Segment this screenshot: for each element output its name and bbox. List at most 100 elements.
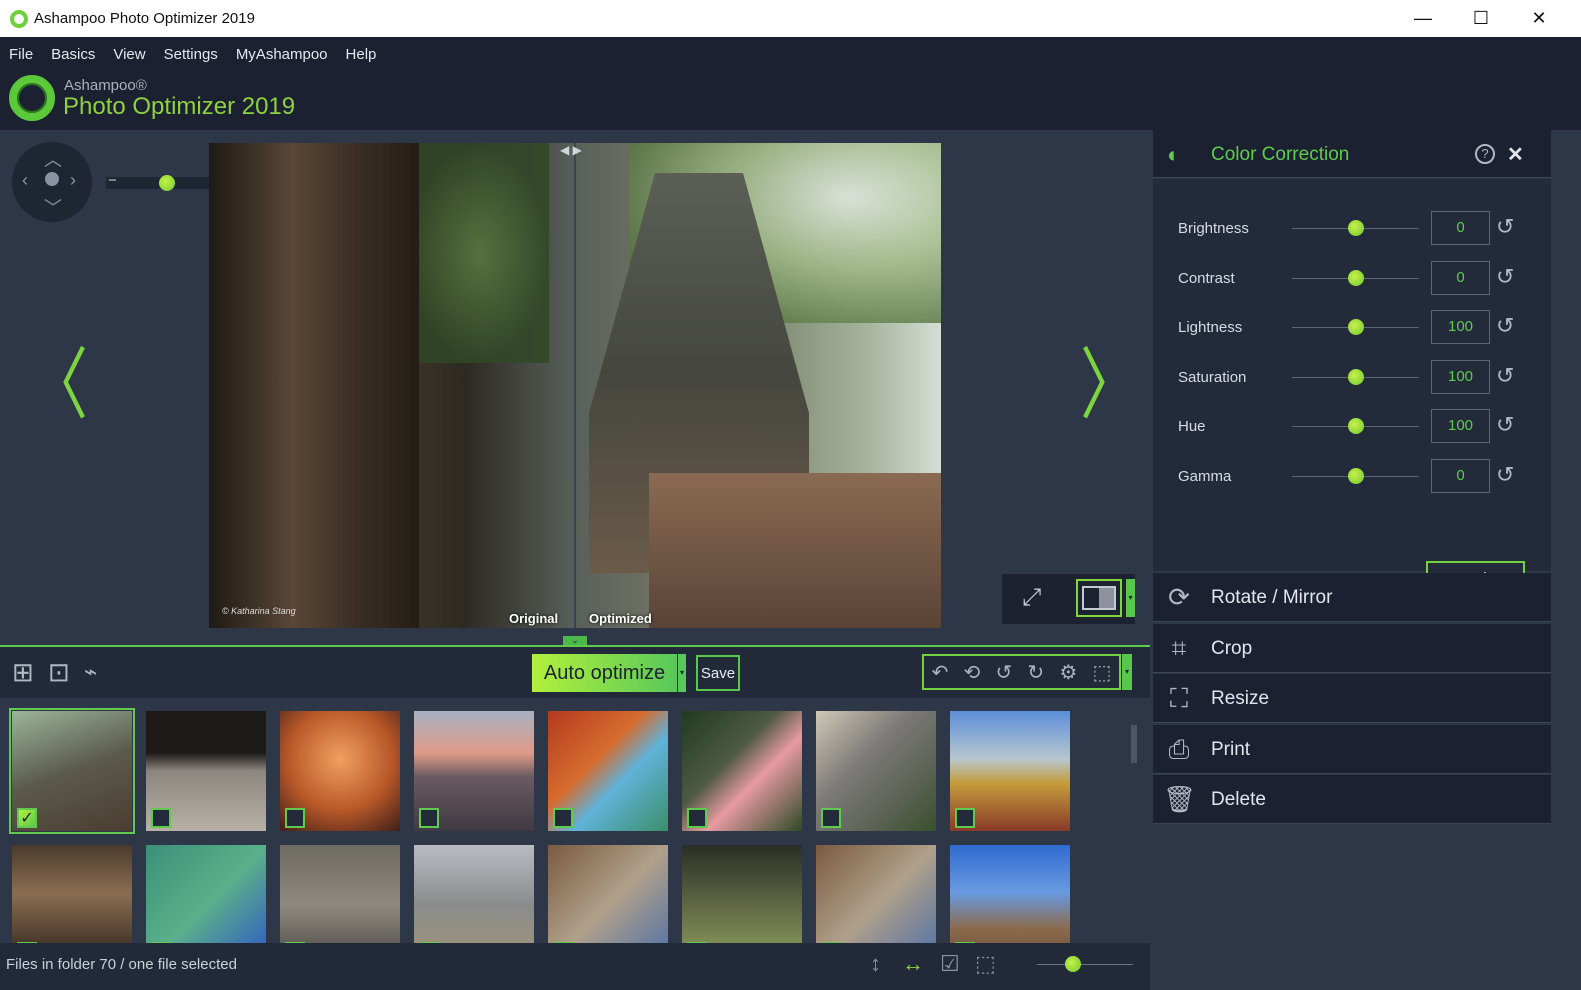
gallery-scrollbar[interactable] <box>1131 710 1137 930</box>
thumbnail-checkbox[interactable] <box>821 808 841 828</box>
reset-icon[interactable]: ↺ <box>1496 313 1514 339</box>
contrast-slider[interactable] <box>1292 269 1419 286</box>
next-image-arrow[interactable]: 〉 <box>1080 322 1140 435</box>
brightness-value-field[interactable]: 0 <box>1431 211 1490 245</box>
zoom-out-icon[interactable]: − <box>108 172 117 189</box>
rotate-right-90-icon[interactable]: ↻ <box>1027 660 1044 685</box>
thumbnail-sunset-beach[interactable] <box>414 711 534 831</box>
fullscreen-expand-icon[interactable]: ⤢ <box>1022 584 1041 612</box>
thumbnail-checkbox[interactable] <box>553 808 573 828</box>
thumbnail-bird-in-tree-2[interactable] <box>816 845 936 943</box>
rotate-left-90-icon[interactable]: ↺ <box>995 660 1012 685</box>
add-file-icon[interactable]: ⊞ <box>12 657 34 688</box>
thumbnail-spoonbill[interactable] <box>682 711 802 831</box>
slider-knob[interactable] <box>1347 418 1364 435</box>
slider-knob[interactable] <box>1347 269 1364 286</box>
split-view-button[interactable] <box>1076 579 1122 617</box>
pan-down-icon[interactable]: ﹀ <box>44 194 62 220</box>
help-icon[interactable]: ? <box>1475 144 1495 164</box>
reset-icon[interactable]: ↺ <box>1496 462 1514 488</box>
thumbnail-tropical-leaves[interactable] <box>548 711 668 831</box>
gamma-slider[interactable] <box>1292 468 1419 484</box>
pan-up-icon[interactable]: ︿ <box>44 146 62 172</box>
menu-help[interactable]: Help <box>346 46 377 63</box>
contrast-value-field[interactable]: 0 <box>1431 260 1490 295</box>
thumbnail-size-slider[interactable] <box>1037 956 1133 972</box>
gamma-value-field[interactable]: 0 <box>1431 459 1490 493</box>
thumbnail-checkbox[interactable] <box>687 808 707 828</box>
compare-split-handle[interactable] <box>574 143 576 628</box>
close-panel-icon[interactable]: ✕ <box>1507 142 1524 167</box>
brightness-slider[interactable] <box>1292 220 1419 236</box>
select-all-icon[interactable]: ☑ <box>940 951 960 977</box>
thumbnail-canyon[interactable] <box>280 711 400 831</box>
slider-knob[interactable] <box>1347 368 1364 385</box>
thumbnail-checkbox[interactable] <box>419 808 439 828</box>
edit-tools-dropdown[interactable]: ▾ <box>1122 654 1132 690</box>
thumbnail-golden-stupa[interactable] <box>950 711 1070 831</box>
zoom-slider-knob[interactable] <box>158 175 175 191</box>
tool-crop[interactable]: ⌗ Crop <box>1153 623 1551 673</box>
thumbnail-hoopoe[interactable] <box>682 845 802 943</box>
lightness-slider[interactable] <box>1292 319 1419 336</box>
split-arrows-icon[interactable]: ◀ ▶ <box>560 143 582 157</box>
auto-optimize-dropdown[interactable]: ▾ <box>677 654 686 692</box>
gallery-scrollbar-thumb[interactable] <box>1131 725 1137 763</box>
color-correction-header[interactable]: ◐ Color Correction ? ✕ <box>1153 130 1551 178</box>
close-window-button[interactable]: ✕ <box>1510 0 1568 37</box>
maximize-button[interactable]: ☐ <box>1452 0 1510 37</box>
menu-view[interactable]: View <box>113 46 145 63</box>
select-area-icon[interactable]: ⬚ <box>1092 660 1111 685</box>
hue-value-field[interactable]: 100 <box>1431 409 1490 444</box>
lightness-value-field[interactable]: 100 <box>1431 310 1490 345</box>
thumbnail-checkbox[interactable]: ✓ <box>17 808 37 828</box>
thumbnail-checkbox[interactable] <box>285 808 305 828</box>
hue-slider[interactable] <box>1292 418 1419 435</box>
reset-icon[interactable]: ↺ <box>1496 214 1514 240</box>
reset-icon[interactable]: ↺ <box>1496 363 1514 389</box>
thumbnail-peacock[interactable] <box>146 845 266 943</box>
thumbnail-temple[interactable]: ✓ <box>9 708 135 834</box>
vertical-layout-icon[interactable]: ↕ <box>870 951 881 977</box>
tool-rotate-mirror[interactable]: ⟳ Rotate / Mirror <box>1153 573 1551 622</box>
pan-center-icon[interactable] <box>45 172 59 186</box>
tool-resize[interactable]: ⛶ Resize <box>1153 674 1551 723</box>
split-view-dropdown[interactable]: ▾ <box>1126 579 1135 617</box>
auto-optimize-button[interactable]: Auto optimize <box>532 654 677 692</box>
thumbnail-coast-rock[interactable] <box>414 845 534 943</box>
pan-navigation-pad[interactable]: ︿ ﹀ ‹ › <box>12 142 92 222</box>
menu-file[interactable]: File <box>9 46 33 63</box>
save-button[interactable]: Save <box>696 655 740 691</box>
thumbnail-church[interactable] <box>950 845 1070 943</box>
saturation-value-field[interactable]: 100 <box>1431 359 1490 394</box>
reset-icon[interactable]: ↺ <box>1496 264 1514 290</box>
thumbnail-barrels[interactable] <box>12 845 132 943</box>
tool-delete[interactable]: 🗑 Delete <box>1153 775 1551 824</box>
thumbnail-cat[interactable] <box>146 711 266 831</box>
thumbnail-size-knob[interactable] <box>1064 956 1081 972</box>
horizontal-layout-icon[interactable]: ↔ <box>902 951 924 977</box>
menu-settings[interactable]: Settings <box>164 46 218 63</box>
add-folder-icon[interactable]: ⊡ <box>48 657 70 688</box>
slider-knob[interactable] <box>1347 319 1364 336</box>
tool-print[interactable]: ⎙ Print <box>1153 724 1551 774</box>
saturation-slider[interactable] <box>1292 368 1419 385</box>
menu-basics[interactable]: Basics <box>51 46 95 63</box>
slider-knob[interactable] <box>1347 468 1364 484</box>
thumbnail-checkbox[interactable] <box>151 808 171 828</box>
thumbnail-checkbox[interactable] <box>955 808 975 828</box>
select-none-icon[interactable]: ⬚ <box>975 951 996 977</box>
clean-broom-icon[interactable]: ⌁ <box>84 659 97 685</box>
pan-left-icon[interactable]: ‹ <box>22 170 28 191</box>
thumbnail-stone-face[interactable] <box>280 845 400 943</box>
slider-knob[interactable] <box>1347 220 1364 236</box>
reset-icon[interactable]: ↺ <box>1496 412 1514 438</box>
settings-gear-icon[interactable]: ⚙ <box>1059 660 1077 685</box>
minimize-button[interactable]: — <box>1394 0 1452 37</box>
undo-all-icon[interactable]: ⟲ <box>964 660 981 685</box>
pan-right-icon[interactable]: › <box>70 170 76 191</box>
thumbnail-bird-in-tree[interactable] <box>548 845 668 943</box>
undo-icon[interactable]: ↶ <box>932 660 949 685</box>
previous-image-arrow[interactable]: 〈 <box>28 322 88 435</box>
thumbnail-monkey[interactable] <box>816 711 936 831</box>
